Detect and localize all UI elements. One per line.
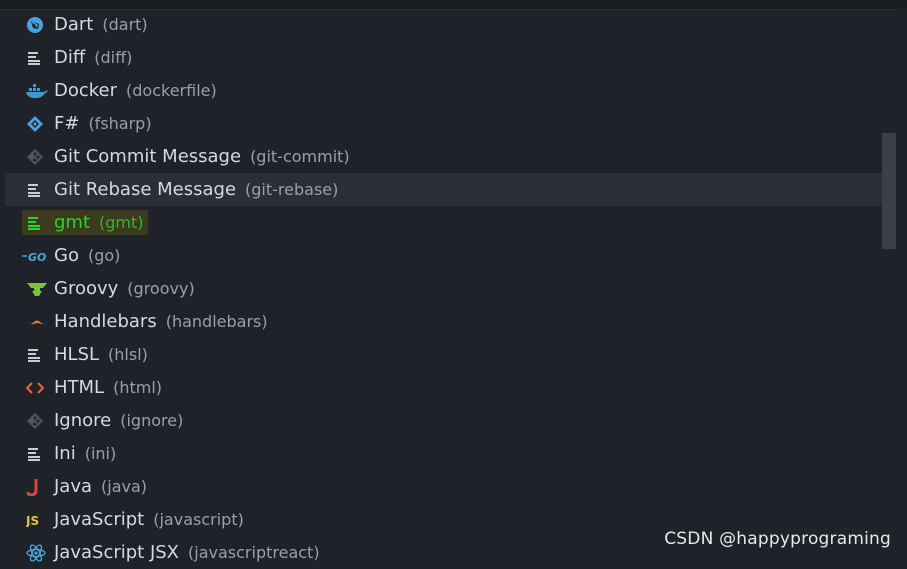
language-name: JavaScript (54, 509, 144, 530)
scrollbar-track[interactable] (896, 9, 907, 558)
language-id: (handlebars) (166, 312, 268, 331)
language-name: JavaScript JSX (54, 542, 179, 563)
language-id: (groovy) (127, 279, 194, 298)
language-id: (dockerfile) (126, 81, 217, 100)
lines-icon (26, 345, 48, 365)
java-icon (26, 477, 48, 497)
list-item-ignore[interactable]: Ignore (ignore) (0, 404, 907, 437)
list-item-diff[interactable]: Diff (diff) (0, 41, 907, 74)
language-name: Docker (54, 80, 117, 101)
language-id: (git-rebase) (245, 180, 338, 199)
dart-icon (26, 15, 48, 35)
language-name: HTML (54, 377, 104, 398)
handlebars-icon (26, 312, 48, 332)
list-item-git-commit[interactable]: Git Commit Message (git-commit) (0, 140, 907, 173)
list-item-groovy[interactable]: Groovy (groovy) (0, 272, 907, 305)
language-name: Diff (54, 47, 85, 68)
git-icon (26, 411, 48, 431)
language-picker-list: Dart (dart) Diff (diff) Docker (dockerfi… (0, 8, 907, 569)
language-name: Git Rebase Message (54, 179, 236, 200)
language-id: (gmt) (99, 213, 144, 232)
language-name: Groovy (54, 278, 118, 299)
language-name: gmt (54, 212, 90, 233)
language-id: (fsharp) (88, 114, 151, 133)
list-item-gmt[interactable]: gmt (gmt) (0, 206, 907, 239)
list-item-fsharp[interactable]: F# (fsharp) (0, 107, 907, 140)
list-item-java[interactable]: Java (java) (0, 470, 907, 503)
scrollbar-thumb[interactable] (882, 133, 896, 249)
list-item-ini[interactable]: Ini (ini) (0, 437, 907, 470)
language-name: Dart (54, 14, 93, 35)
language-id: (hlsl) (108, 345, 148, 364)
highlight-marker: gmt (gmt) (22, 210, 148, 235)
lines-icon (26, 213, 48, 233)
language-id: (javascript) (153, 510, 244, 529)
language-name: Ignore (54, 410, 111, 431)
list-item-docker[interactable]: Docker (dockerfile) (0, 74, 907, 107)
go-icon: GO (22, 246, 48, 266)
list-item-html[interactable]: HTML (html) (0, 371, 907, 404)
list-item-go[interactable]: GO Go (go) (0, 239, 907, 272)
docker-icon (26, 81, 48, 101)
groovy-icon (26, 279, 48, 299)
language-name: Handlebars (54, 311, 157, 332)
lines-icon (26, 48, 48, 68)
language-id: (ini) (85, 444, 117, 463)
language-id: (html) (113, 378, 162, 397)
language-name: Go (54, 245, 79, 266)
lines-icon (26, 180, 48, 200)
fsharp-icon (26, 114, 48, 134)
svg-text:GO: GO (28, 251, 46, 262)
javascript-icon: JS (26, 510, 48, 530)
language-name: HLSL (54, 344, 99, 365)
language-id: (go) (88, 246, 120, 265)
git-icon (26, 147, 48, 167)
language-id: (java) (101, 477, 147, 496)
language-id: (ignore) (120, 411, 183, 430)
language-name: Git Commit Message (54, 146, 241, 167)
lines-icon (26, 444, 48, 464)
html-icon (26, 378, 48, 398)
language-name: Java (54, 476, 92, 497)
list-item-hlsl[interactable]: HLSL (hlsl) (0, 338, 907, 371)
language-id: (dart) (102, 15, 147, 34)
react-icon (26, 543, 48, 563)
language-name: F# (54, 113, 79, 134)
language-name: Ini (54, 443, 76, 464)
watermark: CSDN @happyprograming (664, 529, 891, 549)
list-item-git-rebase[interactable]: Git Rebase Message (git-rebase) (5, 173, 895, 206)
language-id: (javascriptreact) (188, 543, 320, 562)
list-item-dart[interactable]: Dart (dart) (0, 8, 907, 41)
language-id: (git-commit) (250, 147, 350, 166)
language-id: (diff) (94, 48, 132, 67)
svg-text:JS: JS (26, 514, 39, 527)
list-item-handlebars[interactable]: Handlebars (handlebars) (0, 305, 907, 338)
